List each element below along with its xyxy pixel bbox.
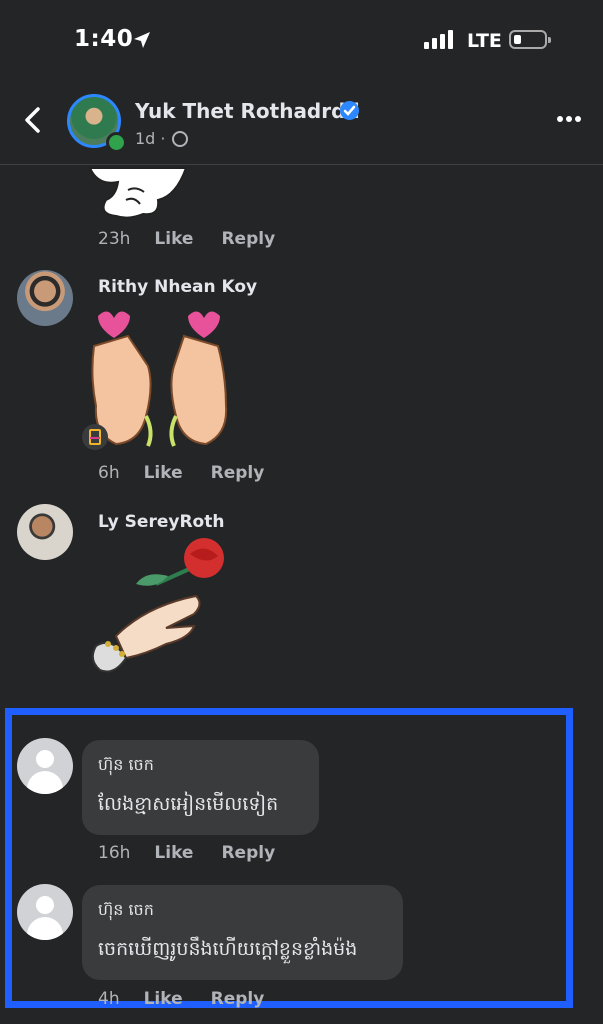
battery-icon xyxy=(509,30,551,49)
signal-icon xyxy=(424,30,453,49)
like-button[interactable]: Like xyxy=(154,843,193,863)
commenter-name[interactable]: ហ៊ុន ចេក xyxy=(98,754,154,778)
more-options-icon[interactable] xyxy=(557,116,581,122)
commenter-avatar[interactable] xyxy=(17,270,73,326)
comment-meta: 6h Like Reply xyxy=(98,463,292,483)
header-timestamp: 1d · xyxy=(135,129,166,148)
header-divider xyxy=(0,164,603,165)
comment-meta: 16h Like Reply xyxy=(98,843,303,863)
back-arrow-icon[interactable] xyxy=(22,106,44,134)
commenter-name[interactable]: Ly SereyRoth xyxy=(98,512,224,532)
reply-button[interactable]: Reply xyxy=(211,989,265,1009)
finger-heart-sticker xyxy=(91,311,228,447)
comment-text: លែងខ្មាសអៀនមើលទៀត xyxy=(98,793,279,815)
reply-button[interactable]: Reply xyxy=(211,463,265,483)
commenter-name[interactable]: Rithy Nhean Koy xyxy=(98,277,257,297)
like-button[interactable]: Like xyxy=(144,463,183,483)
hand-rose-sticker xyxy=(91,538,224,673)
like-button[interactable]: Like xyxy=(154,229,193,249)
sticker-badge-icon xyxy=(82,424,108,450)
comment-text: ចេកឃើញរូបនឹងហើយក្តៅខ្លួនខ្លាំងម៉ង xyxy=(98,938,358,960)
network-label: LTE xyxy=(467,30,502,52)
comment-meta: 4h Like Reply xyxy=(98,989,292,1009)
verified-badge-icon xyxy=(340,101,359,120)
cloud-sticker xyxy=(88,167,188,219)
comment-bubble[interactable]: ហ៊ុន ចេក ចេកឃើញរូបនឹងហើយក្តៅខ្លួនខ្លាំងម… xyxy=(82,885,403,980)
online-status-icon xyxy=(106,132,127,153)
reply-button[interactable]: Reply xyxy=(221,843,275,863)
comment-meta: 23h Like Reply xyxy=(98,229,303,249)
status-time: 1:40 xyxy=(74,26,134,52)
globe-icon xyxy=(172,131,188,147)
header-name[interactable]: Yuk Thet Rothadrdd xyxy=(135,99,360,123)
commenter-avatar[interactable] xyxy=(17,738,73,794)
location-arrow-icon xyxy=(134,32,150,48)
commenter-avatar[interactable] xyxy=(17,504,73,560)
like-button[interactable]: Like xyxy=(144,989,183,1009)
commenter-name[interactable]: ហ៊ុន ចេក xyxy=(98,899,154,923)
comment-bubble[interactable]: ហ៊ុន ចេក លែងខ្មាសអៀនមើលទៀត xyxy=(82,740,319,835)
comment-time: 16h xyxy=(98,843,131,863)
comment-time: 23h xyxy=(98,229,131,249)
comment-time: 6h xyxy=(98,463,120,483)
reply-button[interactable]: Reply xyxy=(221,229,275,249)
commenter-avatar[interactable] xyxy=(17,884,73,940)
comment-time: 4h xyxy=(98,989,120,1009)
